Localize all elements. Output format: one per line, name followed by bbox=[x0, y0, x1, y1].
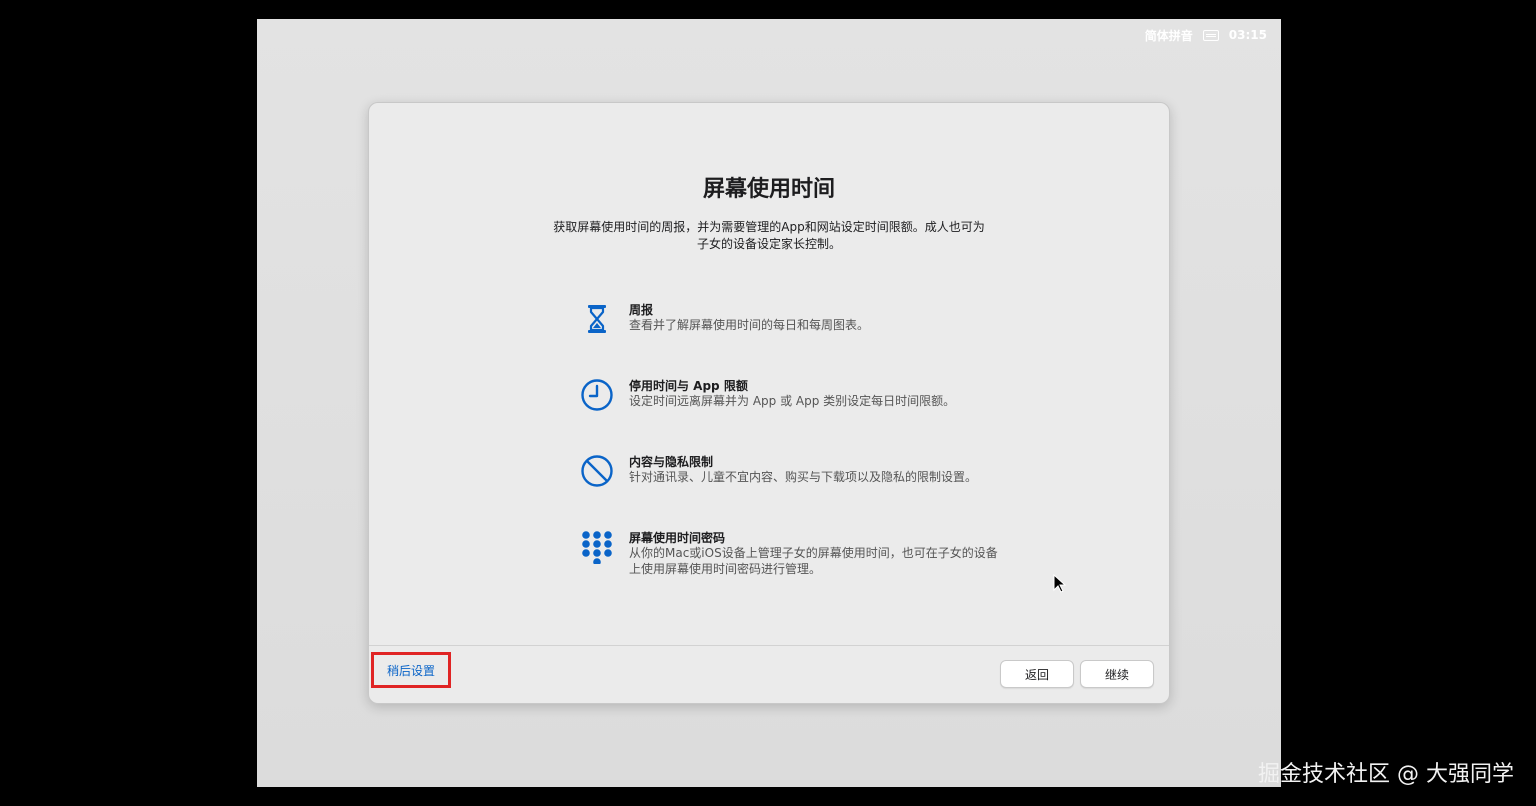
feature-title: 周报 bbox=[629, 303, 654, 317]
clock-time: 03:15 bbox=[1228, 28, 1267, 42]
set-up-later-button[interactable]: 稍后设置 bbox=[371, 652, 451, 688]
input-method-label[interactable]: 简体拼音 bbox=[1145, 27, 1193, 44]
prohibited-icon bbox=[579, 453, 615, 489]
feature-title: 停用时间与 App 限额 bbox=[629, 379, 748, 393]
page-subtitle: 获取屏幕使用时间的周报，并为需要管理的App和网站设定时间限额。成人也可为子女的… bbox=[553, 220, 985, 251]
feature-description: 针对通讯录、儿童不宜内容、购买与下载项以及隐私的限制设置。 bbox=[629, 470, 978, 484]
watermark-text: 掘金技术社区 @ 大强同学 bbox=[1258, 762, 1514, 787]
feature-description: 查看并了解屏幕使用时间的每日和每周图表。 bbox=[629, 318, 870, 332]
back-button[interactable]: 返回 bbox=[1000, 660, 1074, 688]
page-title: 屏幕使用时间 bbox=[702, 177, 835, 202]
setup-screen: 简体拼音 03:15 屏幕使用时间 获取屏幕使用时间的周报，并为需要管理的App… bbox=[257, 19, 1281, 787]
mouse-cursor-icon bbox=[1053, 574, 1067, 593]
clock-icon bbox=[579, 377, 615, 413]
hourglass-icon bbox=[579, 301, 615, 337]
feature-title: 屏幕使用时间密码 bbox=[629, 531, 726, 545]
dialog-footer: 稍后设置 返回 继续 bbox=[369, 645, 1169, 703]
feature-description: 从你的Mac或iOS设备上管理子女的屏幕使用时间，也可在子女的设备上使用屏幕使用… bbox=[629, 546, 998, 576]
continue-button[interactable]: 继续 bbox=[1080, 660, 1154, 688]
keyboard-icon[interactable] bbox=[1202, 29, 1219, 41]
feature-title: 内容与隐私限制 bbox=[629, 455, 714, 469]
feature-description: 设定时间远离屏幕并为 App 或 App 类别设定每日时间限额。 bbox=[629, 394, 956, 408]
keypad-icon bbox=[579, 529, 615, 565]
setup-dialog: 屏幕使用时间 获取屏幕使用时间的周报，并为需要管理的App和网站设定时间限额。成… bbox=[368, 102, 1170, 704]
menu-bar-status: 简体拼音 03:15 bbox=[1145, 25, 1267, 45]
